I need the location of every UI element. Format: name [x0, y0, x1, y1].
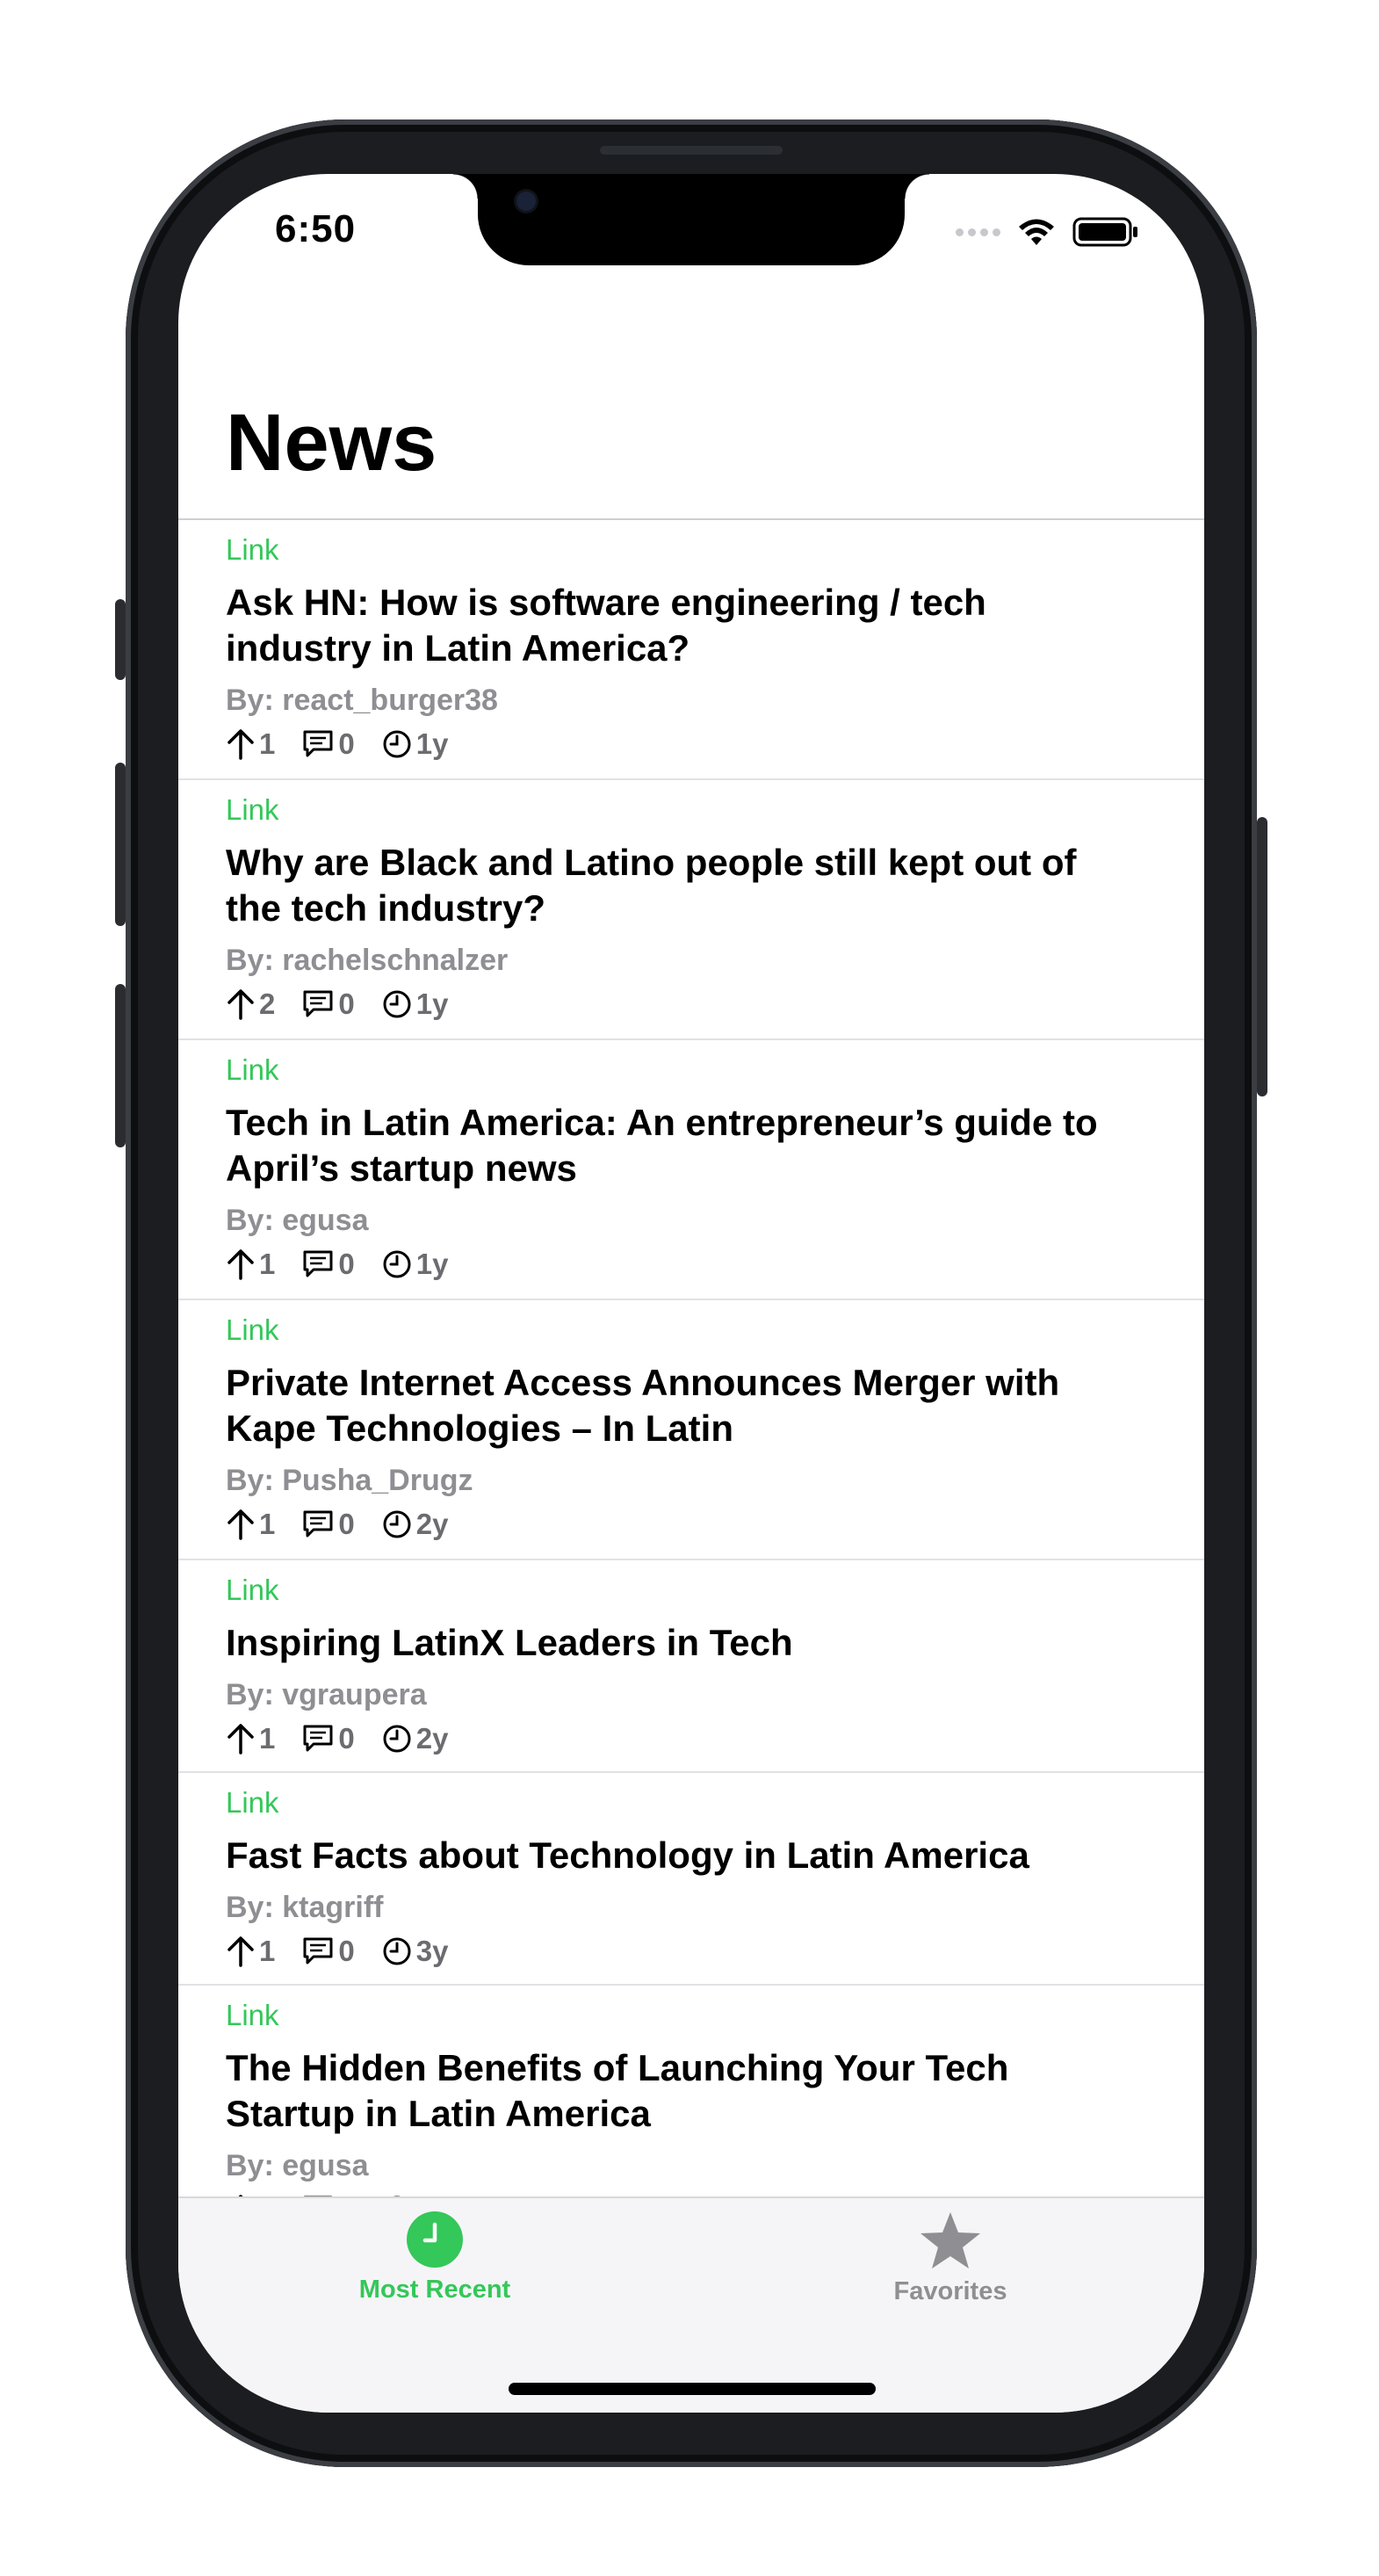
comments-count: 0: [338, 1935, 355, 1967]
points-count: 1: [259, 727, 276, 760]
item-type-label: Link: [226, 533, 279, 566]
item-type-label: Link: [226, 1313, 279, 1346]
cellular-signal-icon: [956, 228, 1000, 236]
comments-count: 0: [338, 1722, 355, 1755]
news-list[interactable]: Link Ask HN: How is software engineering…: [178, 520, 1204, 2198]
news-item[interactable]: Link Why are Black and Latino people sti…: [178, 780, 1204, 1040]
age-label: 2y: [415, 1508, 449, 1540]
clock-icon: [383, 1250, 411, 1278]
item-title[interactable]: Inspiring LatinX Leaders in Tech: [226, 1620, 1104, 1666]
battery-icon: [1072, 217, 1137, 247]
points-count: 2: [259, 988, 276, 1020]
comment-icon: [303, 730, 333, 757]
news-item[interactable]: Link Ask HN: How is software engineering…: [178, 520, 1204, 780]
status-time: 6:50: [275, 207, 357, 250]
item-meta: 1 0 2y: [226, 1504, 1204, 1545]
news-item[interactable]: Link The Hidden Benefits of Launching Yo…: [178, 1986, 1204, 2198]
item-title[interactable]: Fast Facts about Technology in Latin Ame…: [226, 1833, 1104, 1878]
comment-icon: [303, 1250, 333, 1277]
page-title: News: [226, 398, 437, 488]
clock-icon: [407, 2211, 463, 2268]
points-count: 1: [259, 1935, 276, 1967]
tab-label: Most Recent: [358, 2276, 511, 2304]
item-meta: 1 0 1y: [226, 724, 1204, 764]
notch: [453, 174, 929, 265]
camera: [516, 192, 536, 211]
tab-label: Favorites: [893, 2277, 1007, 2305]
silent-switch: [115, 599, 126, 680]
item-title[interactable]: The Hidden Benefits of Launching Your Te…: [226, 2045, 1104, 2137]
item-title[interactable]: Tech in Latin America: An entrepreneur’s…: [226, 1100, 1104, 1191]
news-item[interactable]: Link Fast Facts about Technology in Lati…: [178, 1773, 1204, 1986]
comment-icon: [303, 1725, 333, 1752]
item-type-label: Link: [226, 1053, 279, 1086]
comment-icon: [303, 1937, 333, 1965]
item-author: By: vgraupera: [226, 1678, 427, 1711]
item-author: By: rachelschnalzer: [226, 944, 509, 977]
star-icon: [921, 2212, 980, 2268]
news-item[interactable]: Link Inspiring LatinX Leaders in Tech By…: [178, 1560, 1204, 1773]
age-label: 3y: [415, 1935, 449, 1967]
clock-icon: [383, 1510, 411, 1538]
item-type-label: Link: [226, 1999, 279, 2031]
age-label: 1y: [415, 1248, 449, 1280]
upvote-arrow-icon: [227, 1936, 254, 1967]
age-label: 1y: [415, 988, 449, 1020]
item-meta: 1 0 3y: [226, 1931, 1204, 1972]
comments-count: 0: [338, 988, 355, 1020]
item-type-label: Link: [226, 793, 279, 826]
age-label: 2y: [415, 1722, 449, 1755]
points-count: 1: [259, 1248, 276, 1280]
clock-icon: [383, 1937, 411, 1965]
comment-icon: [303, 1510, 333, 1538]
volume-up-button: [115, 763, 126, 926]
tab-most-recent[interactable]: Most Recent: [303, 2211, 567, 2305]
upvote-arrow-icon: [227, 1509, 254, 1540]
clock-icon: [383, 990, 411, 1018]
clock-icon: [383, 730, 411, 758]
status-icons: [956, 216, 1139, 248]
upvote-arrow-icon: [227, 989, 254, 1020]
upvote-arrow-icon: [227, 729, 254, 760]
age-label: 1y: [415, 727, 449, 760]
comments-count: 0: [338, 727, 355, 760]
volume-down-button: [115, 984, 126, 1147]
screen: 6:50 News Link Ask HN: How is software e…: [178, 174, 1204, 2413]
item-author: By: egusa: [226, 2149, 369, 2182]
item-author: By: egusa: [226, 1204, 369, 1237]
comment-icon: [303, 990, 333, 1017]
item-title[interactable]: Private Internet Access Announces Merger…: [226, 1360, 1104, 1451]
item-meta: 1 0 2y: [226, 1719, 1204, 1759]
comments-count: 0: [338, 1248, 355, 1280]
item-type-label: Link: [226, 1574, 279, 1606]
news-item[interactable]: Link Tech in Latin America: An entrepren…: [178, 1040, 1204, 1300]
item-meta: 1 0 1y: [226, 1244, 1204, 1284]
upvote-arrow-icon: [227, 1249, 254, 1280]
item-title[interactable]: Why are Black and Latino people still ke…: [226, 840, 1104, 931]
wifi-icon: [1019, 219, 1054, 245]
power-button: [1257, 817, 1267, 1096]
item-type-label: Link: [226, 1786, 279, 1819]
news-item[interactable]: Link Private Internet Access Announces M…: [178, 1300, 1204, 1560]
comments-count: 0: [338, 1508, 355, 1540]
item-meta: 2 0 1y: [226, 984, 1204, 1024]
home-indicator[interactable]: [509, 2383, 876, 2395]
item-author: By: react_burger38: [226, 684, 498, 717]
points-count: 1: [259, 1508, 276, 1540]
tab-favorites[interactable]: Favorites: [819, 2211, 1082, 2306]
upvote-arrow-icon: [227, 1724, 254, 1755]
tab-bar: Most Recent Favorites: [178, 2196, 1204, 2413]
item-author: By: ktagriff: [226, 1891, 384, 1924]
points-count: 1: [259, 1722, 276, 1755]
item-author: By: Pusha_Drugz: [226, 1464, 473, 1497]
item-title[interactable]: Ask HN: How is software engineering / te…: [226, 580, 1104, 671]
earpiece-speaker: [600, 146, 783, 155]
clock-icon: [383, 1725, 411, 1753]
